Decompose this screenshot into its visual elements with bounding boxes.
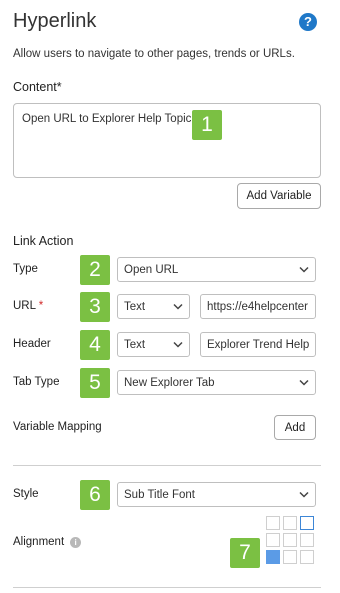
chevron-down-icon — [173, 303, 183, 310]
url-mode-value: Text — [124, 300, 146, 313]
align-bottom-left[interactable] — [266, 550, 280, 564]
align-bottom-right[interactable] — [300, 550, 314, 564]
section-divider — [13, 587, 321, 588]
alignment-label: Alignment — [13, 536, 65, 548]
style-select-value: Sub Title Font — [124, 488, 195, 501]
header-label: Header — [13, 338, 51, 350]
style-select[interactable]: Sub Title Font — [117, 482, 316, 507]
callout-badge-4: 4 — [80, 330, 110, 360]
chevron-down-icon — [173, 341, 183, 348]
required-mark: * — [38, 300, 44, 312]
callout-badge-3: 3 — [80, 292, 110, 322]
link-action-heading: Link Action — [13, 234, 74, 248]
callout-badge-1: 1 — [192, 110, 222, 140]
align-bottom-center[interactable] — [283, 550, 297, 564]
align-middle-center[interactable] — [283, 533, 297, 547]
add-variable-button[interactable]: Add Variable — [237, 183, 321, 209]
variable-mapping-label: Variable Mapping — [13, 421, 102, 433]
callout-badge-2: 2 — [80, 255, 110, 285]
align-top-center[interactable] — [283, 516, 297, 530]
style-label: Style — [13, 488, 39, 500]
panel-description: Allow users to navigate to other pages, … — [13, 48, 295, 60]
required-mark: * — [56, 80, 62, 94]
info-icon[interactable]: i — [70, 536, 82, 548]
content-textarea[interactable]: Open URL to Explorer Help Topic — [13, 103, 321, 178]
header-mode-select[interactable]: Text — [117, 332, 190, 357]
alignment-grid — [266, 516, 318, 568]
chevron-down-icon — [299, 491, 309, 498]
add-variable-mapping-button[interactable]: Add — [274, 415, 316, 440]
url-input[interactable]: https://e4helpcenter — [200, 294, 316, 319]
callout-badge-5: 5 — [80, 368, 110, 398]
content-text: Open URL to Explorer Help Topic — [22, 113, 192, 125]
help-icon[interactable]: ? — [299, 13, 317, 31]
align-middle-left[interactable] — [266, 533, 280, 547]
content-label: Content* — [13, 80, 62, 94]
section-divider — [13, 465, 321, 466]
tab-type-select[interactable]: New Explorer Tab — [117, 370, 316, 395]
header-input[interactable]: Explorer Trend Help — [200, 332, 316, 357]
url-label: URL * — [13, 300, 44, 312]
type-select[interactable]: Open URL — [117, 257, 316, 282]
tab-type-label: Tab Type — [13, 376, 60, 388]
type-select-value: Open URL — [124, 263, 179, 276]
chevron-down-icon — [299, 266, 309, 273]
callout-badge-7: 7 — [230, 538, 260, 568]
header-mode-value: Text — [124, 338, 146, 351]
align-top-left[interactable] — [266, 516, 280, 530]
tab-type-value: New Explorer Tab — [124, 376, 215, 389]
align-top-right[interactable] — [300, 516, 314, 530]
align-middle-right[interactable] — [300, 533, 314, 547]
type-label: Type — [13, 263, 38, 275]
callout-badge-6: 6 — [80, 480, 110, 510]
url-mode-select[interactable]: Text — [117, 294, 190, 319]
alignment-label-row: Alignment i — [13, 536, 82, 548]
chevron-down-icon — [299, 379, 309, 386]
panel-title: Hyperlink — [13, 10, 97, 32]
header-input-value: Explorer Trend Help — [207, 338, 310, 351]
url-input-value: https://e4helpcenter — [207, 300, 309, 313]
